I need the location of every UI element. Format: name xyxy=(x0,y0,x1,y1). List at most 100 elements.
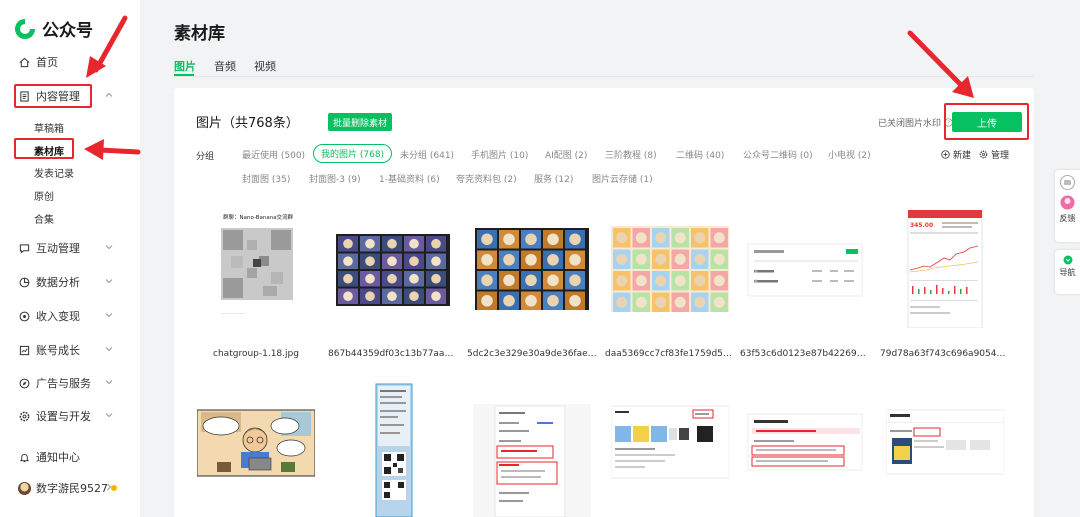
batch-delete-button[interactable]: 批量删除素材 xyxy=(328,113,392,131)
grid-tile-face xyxy=(547,233,559,246)
chevron-up-icon xyxy=(105,92,113,97)
group-chip-active[interactable]: 我的图片 (768) xyxy=(313,144,393,163)
chat-icon xyxy=(18,242,30,254)
group-chip[interactable]: 三阶教程 (8) xyxy=(605,148,657,161)
grid-tile-face xyxy=(343,273,353,284)
grid-tile-face xyxy=(409,273,419,284)
group-chip[interactable]: 最近使用 (500) xyxy=(242,148,305,161)
grid-tile-face xyxy=(387,273,397,284)
group-chip[interactable]: 封面图 (35) xyxy=(242,172,290,185)
sidebar-subitem-original[interactable]: 原创 xyxy=(34,188,54,203)
grid-tile-face xyxy=(694,253,706,265)
grid-tile-face xyxy=(409,291,419,302)
highlight-box xyxy=(944,103,1029,140)
new-group-label: 新建 xyxy=(953,151,972,161)
app-logo[interactable]: 公众号 xyxy=(14,16,93,41)
group-chip[interactable]: 手机图片 (10) xyxy=(471,148,528,161)
stock-app-screenshot-image: 345.00 xyxy=(886,210,1004,328)
feedback-panel[interactable]: 反馈 xyxy=(1055,170,1080,242)
image-thumbnail[interactable] xyxy=(197,382,315,517)
group-chip[interactable]: 1-基础资料 (6) xyxy=(379,172,440,185)
grid-tile-face xyxy=(431,291,441,302)
manage-groups-button[interactable]: 管理 xyxy=(979,148,1009,161)
sidebar-user[interactable]: 数字游民9527 xyxy=(18,477,128,499)
image-filename: daa5369cc7cf83fe1759d5d... xyxy=(605,349,735,359)
cartoon-office-image xyxy=(197,382,315,517)
group-chip[interactable]: 未分组 (641) xyxy=(400,148,454,161)
grid-tile-face xyxy=(635,275,647,287)
grid-tile-face xyxy=(365,256,375,267)
image-thumbnail[interactable]: 345.00 xyxy=(886,210,1004,328)
grid-tile-face xyxy=(503,274,515,287)
sidebar-item-analytics[interactable]: 数据分析 xyxy=(18,271,128,293)
sidebar-item-monetization[interactable]: 收入变现 xyxy=(18,305,128,327)
image-thumbnail[interactable] xyxy=(746,210,864,328)
sidebar-item-label: 广告与服务 xyxy=(36,377,91,390)
chevron-down-icon xyxy=(105,279,113,284)
image-thumbnail[interactable] xyxy=(473,382,591,517)
grid-tile-face xyxy=(481,274,493,287)
sidebar-subitem-drafts[interactable]: 草稿箱 xyxy=(34,120,64,135)
group-label: 分组 xyxy=(196,152,215,162)
image-thumbnail[interactable] xyxy=(886,382,1004,517)
group-chip[interactable]: 小电视 (2) xyxy=(828,148,871,161)
sidebar-subitem-collections[interactable]: 合集 xyxy=(34,211,54,226)
grid-tile-face xyxy=(387,238,397,249)
sidebar-item-ads-services[interactable]: 广告与服务 xyxy=(18,372,128,394)
sidebar-item-interaction[interactable]: 互动管理 xyxy=(18,237,128,259)
image-filename: 79d78a63f743c696a90542... xyxy=(880,349,1010,359)
image-thumbnail[interactable] xyxy=(611,382,729,517)
grid-tile-face xyxy=(525,233,537,246)
group-chip[interactable]: 图片云存储 (1) xyxy=(592,172,653,185)
web-page-screenshot-image xyxy=(611,382,729,517)
grid-tile-face xyxy=(343,256,353,267)
image-thumbnail[interactable] xyxy=(473,210,591,328)
image-filename: 867b44359df03c13b77aad... xyxy=(328,349,458,359)
grid-tile-face xyxy=(569,274,581,287)
grid-tile-face xyxy=(655,253,667,265)
gear-icon xyxy=(979,150,988,159)
image-thumbnail[interactable]: 群聊：Nano-Banana交流群 —— —— —— xyxy=(197,210,315,328)
tab-audio[interactable]: 音频 xyxy=(214,58,236,74)
navigation-panel[interactable]: 导航 xyxy=(1055,250,1080,294)
image-thumbnail[interactable] xyxy=(334,382,452,517)
tab-images[interactable]: 图片 xyxy=(174,58,196,74)
sidebar-item-label: 收入变现 xyxy=(36,310,80,323)
grid-tile-face xyxy=(635,232,647,244)
sidebar-item-account-growth[interactable]: 账号成长 xyxy=(18,339,128,361)
pie-chart-icon xyxy=(18,276,30,288)
image-thumbnail[interactable] xyxy=(611,210,729,328)
feedback-avatar-icon xyxy=(1060,195,1075,210)
group-chip[interactable]: 封面图-3 (9) xyxy=(309,172,361,185)
group-chip[interactable]: 夸克资料包 (2) xyxy=(456,172,517,185)
user-name: 数字游民9527 xyxy=(36,482,108,495)
grid-tile-face xyxy=(409,256,419,267)
group-chip[interactable]: 二维码 (40) xyxy=(676,148,724,161)
image-thumbnail[interactable] xyxy=(746,382,864,517)
nav-label: 导航 xyxy=(1059,268,1076,277)
chevron-down-icon xyxy=(105,313,113,318)
grid-tile-face xyxy=(525,274,537,287)
image-thumbnail[interactable] xyxy=(334,210,452,328)
comic-grid-image xyxy=(334,210,452,328)
image-filename: 63f53c6d0123e87b422697... xyxy=(740,349,870,359)
sidebar-item-notifications[interactable]: 通知中心 xyxy=(18,446,128,468)
image-filename: 5dc2c3e329e30a9de36fae5... xyxy=(467,349,597,359)
chevron-down-icon xyxy=(105,413,113,418)
sidebar-subitem-publish-records[interactable]: 发表记录 xyxy=(34,165,74,180)
grid-tile-face xyxy=(365,291,375,302)
sidebar-item-settings[interactable]: 设置与开发 xyxy=(18,405,128,427)
grid-tile-face xyxy=(616,275,628,287)
grid-tile-face xyxy=(343,291,353,302)
grid-tile-face xyxy=(616,253,628,265)
grid-tile-face xyxy=(569,253,581,266)
group-chip[interactable]: AI配图 (2) xyxy=(545,148,587,161)
group-chip[interactable]: 服务 (12) xyxy=(534,172,573,185)
sidebar-item-label: 账号成长 xyxy=(36,344,80,357)
tab-video[interactable]: 视频 xyxy=(254,58,276,74)
sidebar-item-home[interactable]: 首页 xyxy=(18,51,128,73)
watermark-status[interactable]: 已关闭图片水印 ? xyxy=(878,116,953,129)
grid-tile-face xyxy=(503,294,515,307)
group-chip[interactable]: 公众号二维码 (0) xyxy=(743,148,813,161)
new-group-button[interactable]: 新建 xyxy=(941,148,971,161)
